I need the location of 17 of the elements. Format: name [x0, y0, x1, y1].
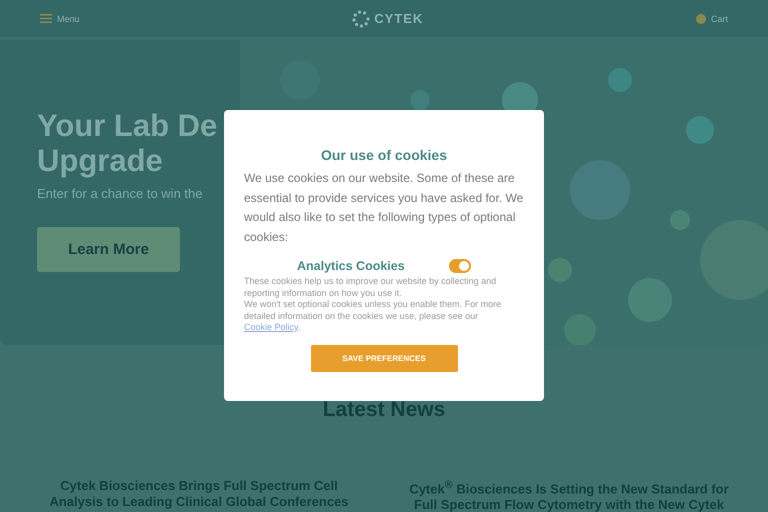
hero-subtitle: Enter for a chance to win the — [37, 186, 202, 201]
toggle-switch[interactable] — [449, 259, 471, 273]
option-description: These cookies help us to improve our website by collecting and reporting information on how you use it. — [244, 276, 498, 299]
hero-title: Upgrade — [37, 143, 163, 178]
logo-icon — [352, 10, 370, 28]
cart-label[interactable]: Cart — [710, 14, 728, 24]
notice-text: We won't set optional cookies unless you enable them. For more detailed information on the cookies we use, please see our Cookie Policy. — [244, 299, 502, 334]
dialog-title: Our use of cookies — [320, 147, 448, 163]
menu-label[interactable]: Menu — [57, 14, 80, 24]
cookie-policy-link[interactable]: Cookie Policy — [244, 322, 298, 332]
menu-icon[interactable] — [40, 14, 52, 23]
intro-text: We use cookies on our website. Some of these are essential to provide services you have asked for. We would also like to set the following types of optional cookies: — [244, 170, 524, 246]
logo-text[interactable]: CYTEK — [374, 11, 424, 26]
option-label: Analytics Cookies — [297, 259, 405, 273]
hero-title: Your Lab De — [37, 108, 218, 143]
save-preferences-button[interactable]: SAVE PREFERENCES — [310, 344, 458, 372]
learn-more-button[interactable]: Learn More — [37, 227, 180, 272]
